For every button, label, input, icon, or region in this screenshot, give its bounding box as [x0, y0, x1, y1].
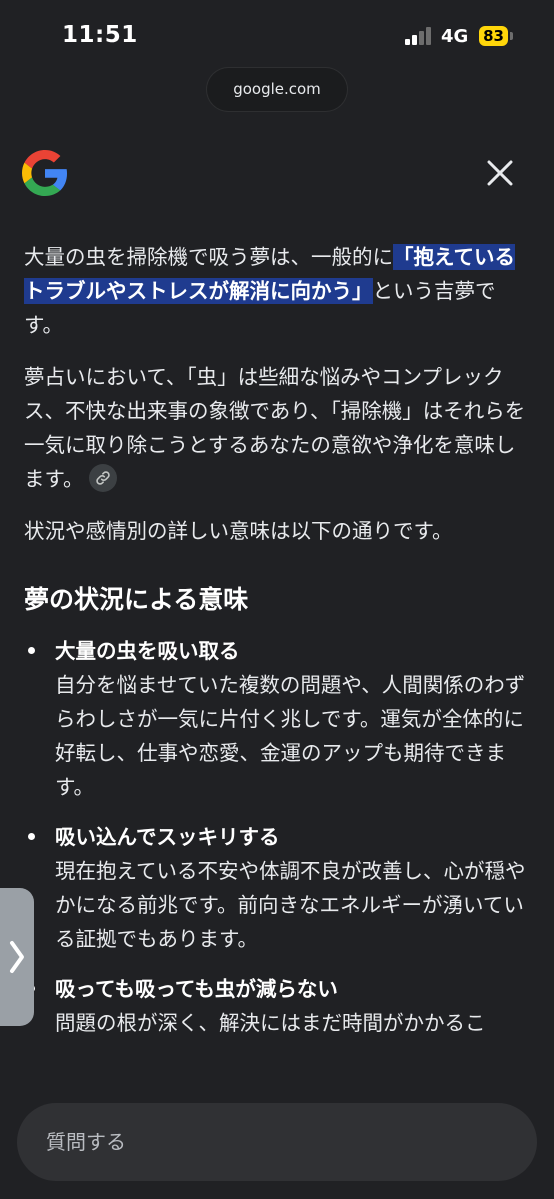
list-item-title: 吸っても吸っても虫が減らない [55, 977, 338, 1001]
list-item: 大量の虫を吸い取る 自分を悩ませていた複数の問題や、人間関係のわずらわしさが一気… [24, 634, 530, 804]
cellular-signal-icon [405, 27, 433, 45]
ai-answer: 大量の虫を掃除機で吸う夢は、一般的に「抱えているトラブルやストレスが解消に向かう… [24, 240, 530, 1056]
chevron-right-icon [10, 941, 24, 973]
ask-placeholder: 質問する [46, 1130, 126, 1154]
list-item: 吸い込んでスッキリする 現在抱えている不安や体調不良が改善し、心が穏やかになる前… [24, 820, 530, 956]
bullet-icon [28, 833, 35, 840]
intro-text-before: 大量の虫を掃除機で吸う夢は、一般的に [24, 245, 393, 269]
explanation-paragraph: 夢占いにおいて、「虫」は些細な悩みやコンプレックス、不快な出来事の象徴であり、「… [24, 360, 530, 496]
list-item-title: 大量の虫を吸い取る [55, 639, 240, 663]
close-icon [487, 160, 513, 186]
list-item-body: 問題の根が深く、解決にはまだ時間がかかるこ [55, 1011, 486, 1035]
status-bar: 11:51 4G 83 [0, 0, 554, 72]
bullet-icon [28, 647, 35, 654]
network-type: 4G [441, 26, 469, 47]
status-time: 11:51 [62, 22, 138, 48]
url-bar[interactable]: google.com [207, 68, 347, 111]
ask-input[interactable]: 質問する [17, 1103, 537, 1181]
section-title: 夢の状況による意味 [24, 585, 249, 614]
intro-paragraph: 大量の虫を掃除機で吸う夢は、一般的に「抱えているトラブルやストレスが解消に向かう… [24, 240, 530, 342]
close-button[interactable] [480, 153, 520, 193]
list-item-body: 自分を悩ませていた複数の問題や、人間関係のわずらわしさが一気に片付く兆しです。運… [55, 673, 526, 799]
list-item-body: 現在抱えている不安や体調不良が改善し、心が穏やかになる前兆です。前向きなエネルギ… [55, 859, 526, 951]
source-link-button[interactable] [89, 464, 118, 492]
link-icon [96, 471, 111, 485]
google-g-icon [22, 150, 68, 196]
summary-paragraph: 状況や感情別の詳しい意味は以下の通りです。 [24, 519, 453, 543]
battery-level: 83 [479, 26, 508, 46]
list-item: 吸っても吸っても虫が減らない 問題の根が深く、解決にはまだ時間がかかるこ [24, 972, 530, 1040]
screen: 11:51 4G 83 google.com 大量の虫を掃除機で吸う夢は、一般的… [0, 0, 554, 1199]
list-item-title: 吸い込んでスッキリする [55, 825, 280, 849]
side-panel-handle[interactable] [0, 888, 34, 1026]
battery-tip-icon [510, 32, 513, 40]
meaning-list: 大量の虫を吸い取る 自分を悩ませていた複数の問題や、人間関係のわずらわしさが一気… [24, 634, 530, 1040]
